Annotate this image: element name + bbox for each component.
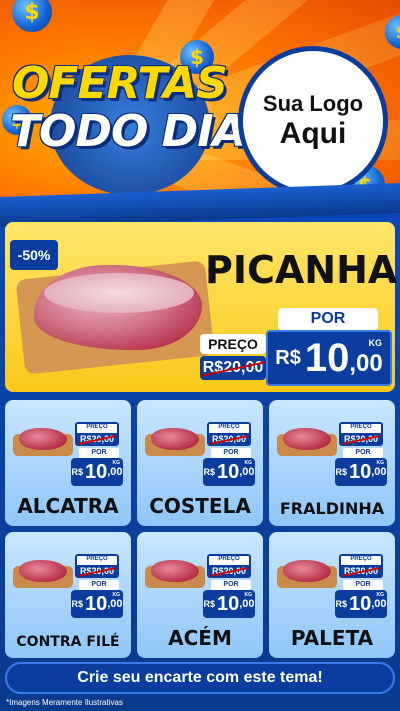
price-cents: ,00 [107, 466, 123, 478]
meat-image [277, 428, 337, 458]
product-name: COSTELA [149, 494, 251, 518]
product-card[interactable]: PREÇO R$20,00 POR R$ 10,00 KG FRALDINHA [269, 400, 395, 526]
old-price-value: R$20,00 [79, 434, 115, 444]
old-price: R$20,00 [209, 565, 249, 577]
preco-label: PREÇO [350, 556, 372, 562]
unit-label: KG [244, 460, 253, 466]
footnote: *Imagens Meramente Ilustrativas [6, 698, 123, 707]
price-integer: 10 [216, 460, 240, 483]
por-label: POR [278, 308, 378, 330]
product-name: ALCATRA [17, 494, 119, 518]
currency: R$ [335, 599, 347, 609]
preco-label: PREÇO [350, 424, 372, 430]
price-integer: 10 [84, 460, 108, 483]
price-cents: ,00 [371, 466, 387, 478]
meat-image [145, 560, 205, 590]
logo-text-line2: Aqui [279, 117, 347, 150]
unit-label: KG [112, 460, 121, 466]
new-price: R$ 10,00 KG [203, 458, 255, 486]
unit-label: KG [368, 338, 383, 348]
old-price-tag: PREÇO R$20,00 [339, 422, 383, 446]
currency: R$ [203, 467, 215, 477]
por-label: POR [79, 448, 119, 458]
por-label: POR [211, 448, 251, 458]
price-integer: 10 [348, 460, 372, 483]
old-price-tag: PREÇO R$20,00 [207, 422, 251, 446]
product-card[interactable]: PREÇO R$20,00 POR R$ 10,00 KG ALCATRA [5, 400, 131, 526]
price-cents: ,00 [239, 466, 255, 478]
por-label: POR [343, 580, 383, 590]
unit-label: KG [244, 592, 253, 598]
featured-price: R$ 10 ,00 KG [266, 330, 392, 386]
old-price: R$20,00 [77, 565, 117, 577]
unit-label: KG [112, 592, 121, 598]
old-price-value: R$20,00 [79, 566, 115, 576]
preco-label: PREÇO [86, 556, 108, 562]
price-cents: ,00 [371, 598, 387, 610]
price-integer: 10 [348, 592, 372, 615]
currency: R$ [71, 599, 83, 609]
por-label: POR [343, 448, 383, 458]
meat-image [277, 560, 337, 590]
old-price: R$20,00 [341, 565, 381, 577]
new-price: R$ 10,00 KG [71, 590, 123, 618]
preco-label: PREÇO [218, 556, 240, 562]
old-price: R$20,00 [200, 356, 266, 380]
old-price-value: R$20,00 [202, 359, 264, 376]
create-flyer-button[interactable]: Crie seu encarte com este tema! [5, 662, 395, 694]
por-label: POR [211, 580, 251, 590]
product-name: ACÉM [168, 626, 232, 650]
product-name: FRALDINHA [279, 499, 385, 518]
meat-image [13, 428, 73, 458]
price-integer: 10 [304, 335, 350, 380]
old-price-tag: PREÇO R$20,00 [339, 554, 383, 578]
discount-badge: -50% [10, 240, 58, 270]
old-price: R$20,00 [77, 433, 117, 445]
product-card[interactable]: PREÇO R$20,00 POR R$ 10,00 KG PALETA [269, 532, 395, 658]
ofertas-title: OFERTAS [12, 58, 228, 109]
new-price: R$ 10,00 KG [335, 590, 387, 618]
todo-dia-title: TODO DIA [10, 106, 247, 157]
price-cents: ,00 [107, 598, 123, 610]
currency: R$ [203, 599, 215, 609]
old-price-value: R$20,00 [343, 434, 379, 444]
product-card[interactable]: PREÇO R$20,00 POR R$ 10,00 KG CONTRA FILÉ [5, 532, 131, 658]
price-integer: 10 [84, 592, 108, 615]
new-price: R$ 10,00 KG [71, 458, 123, 486]
preco-label: PREÇO [86, 424, 108, 430]
old-price-tag: PREÇO R$20,00 [207, 554, 251, 578]
old-price-tag: PREÇO R$20,00 [75, 554, 119, 578]
meat-image [13, 560, 73, 590]
price-cents: ,00 [349, 350, 383, 377]
product-card[interactable]: PREÇO R$20,00 POR R$ 10,00 KG COSTELA [137, 400, 263, 526]
old-price-value: R$20,00 [343, 566, 379, 576]
product-name: CONTRA FILÉ [16, 634, 120, 650]
price-integer: 10 [216, 592, 240, 615]
preco-label: PREÇO [200, 334, 266, 354]
currency: R$ [275, 346, 301, 369]
price-cents: ,00 [239, 598, 255, 610]
featured-product-name: PICANHA [205, 248, 398, 292]
preco-label: PREÇO [218, 424, 240, 430]
product-name: PALETA [290, 626, 374, 650]
old-price: R$20,00 [341, 433, 381, 445]
currency: R$ [335, 467, 347, 477]
new-price: R$ 10,00 KG [203, 590, 255, 618]
logo-text-line1: Sua Logo [262, 91, 364, 116]
old-price-tag: PREÇO R$20,00 [75, 422, 119, 446]
logo-placeholder[interactable]: Sua Logo Aqui [238, 46, 388, 196]
product-card[interactable]: PREÇO R$20,00 POR R$ 10,00 KG ACÉM [137, 532, 263, 658]
meat-image [145, 428, 205, 458]
currency: R$ [71, 467, 83, 477]
old-price-value: R$20,00 [211, 566, 247, 576]
hero-banner: $ $ $ $ $ OFERTAS TODO DIA Sua Logo Aqui [0, 0, 400, 205]
unit-label: KG [376, 460, 385, 466]
unit-label: KG [376, 592, 385, 598]
coin-icon: $ [12, 0, 52, 32]
old-price: R$20,00 [209, 433, 249, 445]
old-price-value: R$20,00 [211, 434, 247, 444]
picanha-meat-image [34, 265, 202, 350]
por-label: POR [79, 580, 119, 590]
new-price: R$ 10,00 KG [335, 458, 387, 486]
